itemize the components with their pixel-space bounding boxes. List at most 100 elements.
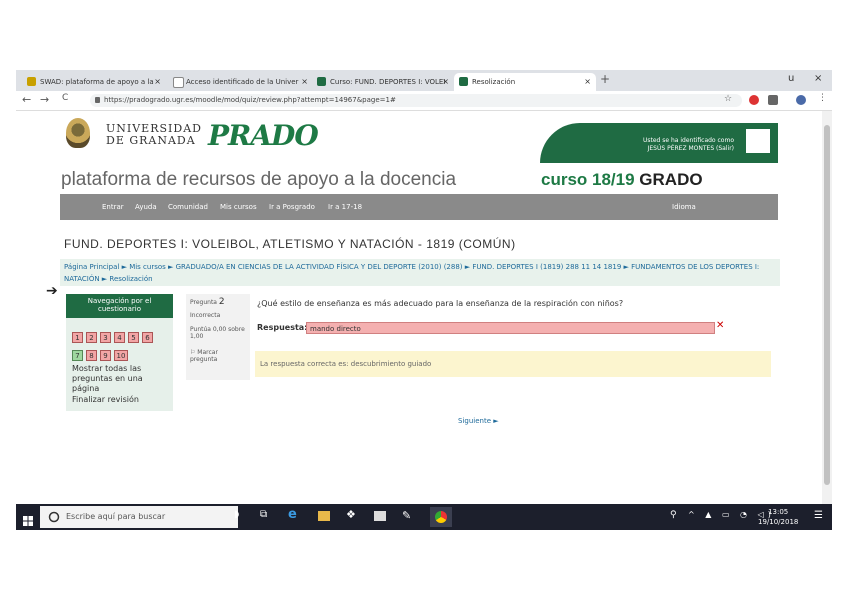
browser-tab-acceso[interactable]: Acceso identificado de la Univer ×	[168, 73, 313, 91]
question-button[interactable]: 9	[100, 350, 111, 361]
menu-item-comunidad[interactable]: Comunidad	[168, 203, 208, 211]
tab-label: Acceso identificado de la Univer	[186, 78, 299, 86]
tab-close-icon[interactable]: ×	[154, 73, 161, 91]
file-explorer-icon[interactable]	[318, 511, 330, 521]
page-title: FUND. DEPORTES I: VOLEIBOL, ATLETISMO Y …	[64, 237, 516, 251]
windows-taskbar: Escribe aquí para buscar ◗ ⧉ e ❖ ✎ ⚲ ^ ▲…	[16, 504, 832, 530]
page-scrollbar[interactable]	[822, 111, 832, 504]
menu-kebab-icon[interactable]: ⋮	[818, 93, 827, 103]
menu-item-posgrado[interactable]: Ir a Posgrado	[269, 203, 315, 211]
dropbox-icon[interactable]: ❖	[346, 508, 356, 521]
menu-item-idioma[interactable]: Idioma	[672, 203, 696, 211]
question-button[interactable]: 6	[142, 332, 153, 343]
paint-icon[interactable]: ✎	[402, 509, 411, 522]
question-button[interactable]: 8	[86, 350, 97, 361]
curso-label: curso 18/19 GRADO	[541, 170, 703, 190]
url-text: https://pradogrado.ugr.es/moodle/mod/qui…	[104, 96, 396, 104]
question-button[interactable]: 3	[100, 332, 111, 343]
question-status: Incorrecta	[190, 312, 221, 319]
tab-label: Resolización	[472, 78, 516, 86]
platform-title: plataforma de recursos de apoyo a la doc…	[61, 169, 457, 190]
user-line1: Usted se ha identificado como	[642, 137, 734, 144]
curso-grado: GRADO	[639, 170, 703, 189]
search-placeholder: Escribe aquí para buscar	[66, 512, 166, 521]
forward-button[interactable]: →	[40, 93, 49, 106]
chrome-taskbar-button[interactable]	[430, 507, 452, 527]
cortana-icon[interactable]: ◗	[234, 509, 239, 520]
prado-favicon-icon	[459, 77, 468, 86]
taskbar-search-box[interactable]: Escribe aquí para buscar	[40, 506, 238, 528]
flag-question[interactable]: ⚐ Marcar pregunta	[190, 349, 246, 363]
clock-time: 13:05	[768, 508, 789, 516]
curso-year: curso 18/19	[541, 170, 635, 189]
university-name: UNIVERSIDAD DE GRANADA	[106, 123, 202, 147]
url-field[interactable]: https://pradogrado.ugr.es/moodle/mod/qui…	[90, 94, 742, 107]
web-page: UNIVERSIDAD DE GRANADA PRADO Usted se ha…	[16, 111, 822, 504]
screen: SWAD: plataforma de apoyo a la × Acceso …	[16, 70, 832, 530]
menu-item-17-18[interactable]: Ir a 17-18	[328, 203, 362, 211]
incorrect-icon: ✕	[716, 320, 725, 331]
prado-favicon-icon	[317, 77, 326, 86]
lock-icon	[95, 97, 100, 103]
profile-icon[interactable]	[796, 95, 806, 105]
bookmark-star-icon[interactable]: ☆	[724, 94, 732, 104]
extension-icon[interactable]	[749, 95, 759, 105]
notifications-icon[interactable]: ☰	[814, 510, 823, 521]
browser-tab-swad[interactable]: SWAD: plataforma de apoyo a la ×	[22, 73, 166, 91]
university-line2: DE GRANADA	[106, 134, 196, 147]
browser-tab-resolizacion[interactable]: Resolización ×	[454, 73, 596, 91]
breadcrumb: Página Principal ► Mis cursos ► GRADUADO…	[60, 259, 780, 286]
task-view-icon[interactable]: ⧉	[260, 509, 267, 520]
question-button[interactable]: 1	[72, 332, 83, 343]
question-text: ¿Qué estilo de enseñanza es más adecuado…	[257, 299, 624, 308]
question-score: Puntúa 0,00 sobre 1,00	[190, 326, 245, 340]
new-tab-button[interactable]: +	[600, 72, 610, 86]
close-window-button[interactable]: ×	[814, 73, 822, 84]
swad-favicon-icon	[27, 77, 36, 86]
taskbar-clock[interactable]: 13:05 19/10/2018	[758, 507, 798, 527]
user-line2[interactable]: JESÚS PÉREZ MONTES (Salir)	[643, 145, 734, 153]
tab-close-icon[interactable]: ×	[301, 73, 308, 91]
question-button[interactable]: 7	[72, 350, 83, 361]
people-icon[interactable]: ⚲	[670, 510, 677, 520]
search-icon	[48, 511, 60, 523]
question-info: Pregunta 2 Incorrecta Puntúa 0,00 sobre …	[186, 294, 250, 380]
menu-item-mis-cursos[interactable]: Mis cursos	[220, 203, 257, 211]
tab-label: Curso: FUND. DEPORTES I: VOLEI	[330, 78, 446, 86]
breadcrumb-path[interactable]: Página Principal ► Mis cursos ► GRADUADO…	[64, 263, 759, 283]
show-all-link[interactable]: Mostrar todas las preguntas en una págin…	[72, 364, 170, 394]
question-button[interactable]: 5	[128, 332, 139, 343]
site-header: UNIVERSIDAD DE GRANADA PRADO Usted se ha…	[16, 111, 822, 163]
prado-logo[interactable]: PRADO	[208, 119, 319, 152]
store-icon[interactable]	[374, 511, 386, 521]
main-menu: Entrar Ayuda Comunidad Mis cursos Ir a P…	[60, 194, 778, 220]
scrollbar-thumb[interactable]	[824, 125, 830, 485]
question-number-label: Pregunta	[190, 299, 217, 306]
quiz-navigation-block: Navegación por el cuestionario 1 2 3 4 5…	[66, 294, 173, 411]
menu-item-entrar[interactable]: Entrar	[102, 203, 124, 211]
back-button[interactable]: ←	[22, 93, 31, 106]
minimize-button[interactable]: u	[788, 73, 794, 84]
tab-label: SWAD: plataforma de apoyo a la	[40, 78, 154, 86]
back-arrow-icon[interactable]: ➔	[46, 283, 58, 299]
chrome-icon	[435, 511, 447, 523]
extension-icon[interactable]	[768, 95, 778, 105]
next-page-link[interactable]: Siguiente ►	[458, 417, 499, 425]
answer-field: mando directo	[306, 322, 715, 334]
windows-start-icon[interactable]	[23, 511, 33, 526]
user-info: Usted se ha identificado como JESÚS PÉRE…	[643, 137, 734, 153]
edge-icon[interactable]: e	[288, 507, 297, 522]
question-number-value: 2	[218, 297, 225, 307]
question-button[interactable]: 2	[86, 332, 97, 343]
tab-close-icon[interactable]: ×	[584, 73, 591, 91]
question-button[interactable]: 10	[114, 350, 128, 361]
finish-review-link[interactable]: Finalizar revisión	[72, 395, 139, 405]
question-button[interactable]: 4	[114, 332, 125, 343]
reload-button[interactable]: C	[62, 93, 68, 103]
menu-item-ayuda[interactable]: Ayuda	[135, 203, 157, 211]
tab-close-icon[interactable]: ×	[442, 73, 449, 91]
quiz-navigation-title: Navegación por el cuestionario	[66, 294, 173, 318]
breadcrumb-current[interactable]: Resolización	[109, 275, 152, 283]
avatar[interactable]	[746, 129, 770, 153]
browser-tab-curso[interactable]: Curso: FUND. DEPORTES I: VOLEI ×	[312, 73, 454, 91]
